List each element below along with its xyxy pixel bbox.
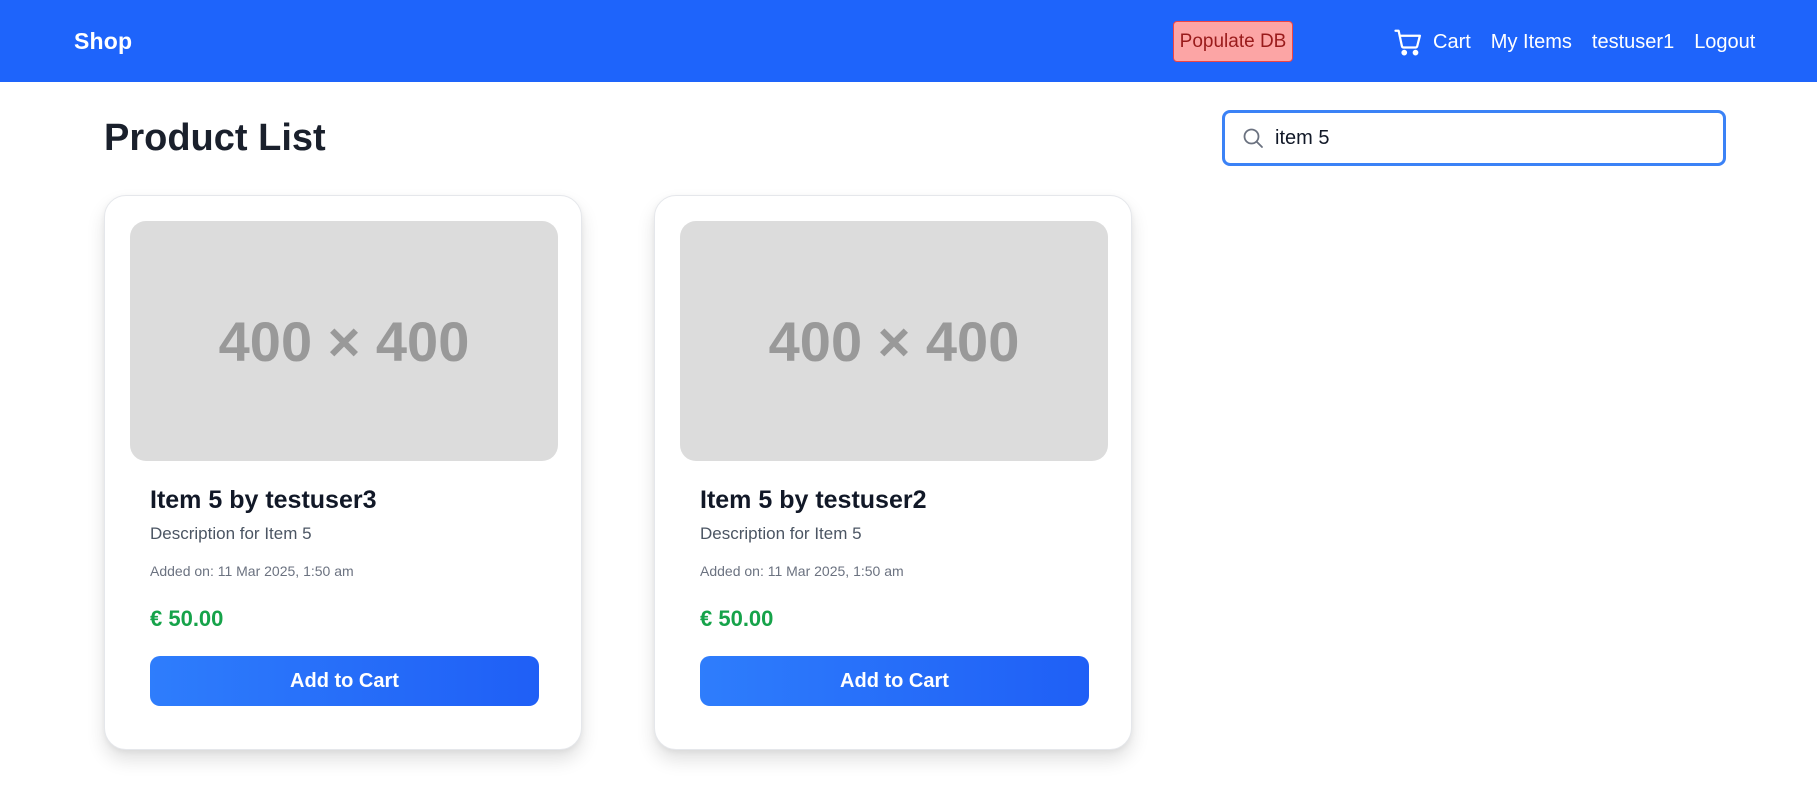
product-image-placeholder: 400 × 400 xyxy=(130,221,558,461)
my-items-link[interactable]: My Items xyxy=(1491,31,1572,54)
product-price: € 50.00 xyxy=(700,606,774,631)
cart-icon xyxy=(1393,27,1423,57)
brand-logo-link[interactable]: Shop xyxy=(74,28,132,55)
product-card: 400 × 400 Item 5 by testuser3 Descriptio… xyxy=(104,195,582,750)
product-image-placeholder: 400 × 400 xyxy=(680,221,1108,461)
product-card: 400 × 400 Item 5 by testuser2 Descriptio… xyxy=(654,195,1132,750)
top-navbar: Shop Populate DB Cart My Items testuser1… xyxy=(0,0,1817,82)
populate-db-button[interactable]: Populate DB xyxy=(1173,21,1293,62)
product-description: Description for Item 5 xyxy=(700,524,862,543)
username-link[interactable]: testuser1 xyxy=(1592,31,1674,54)
add-to-cart-button[interactable]: Add to Cart xyxy=(150,656,539,706)
product-added-date: Added on: 11 Mar 2025, 1:50 am xyxy=(700,563,904,579)
product-title: Item 5 by testuser3 xyxy=(150,486,377,514)
product-description: Description for Item 5 xyxy=(150,524,312,543)
search-box[interactable] xyxy=(1222,110,1726,166)
cart-link[interactable]: Cart xyxy=(1393,27,1471,57)
product-price: € 50.00 xyxy=(150,606,224,631)
cart-label: Cart xyxy=(1433,30,1471,53)
search-input[interactable] xyxy=(1275,117,1715,159)
product-title: Item 5 by testuser2 xyxy=(700,486,927,514)
product-added-date: Added on: 11 Mar 2025, 1:50 am xyxy=(150,563,354,579)
logout-link[interactable]: Logout xyxy=(1694,31,1755,54)
add-to-cart-button[interactable]: Add to Cart xyxy=(700,656,1089,706)
nav-links: Cart My Items testuser1 Logout xyxy=(1393,27,1755,57)
page-title: Product List xyxy=(104,117,326,159)
search-icon xyxy=(1241,126,1265,150)
